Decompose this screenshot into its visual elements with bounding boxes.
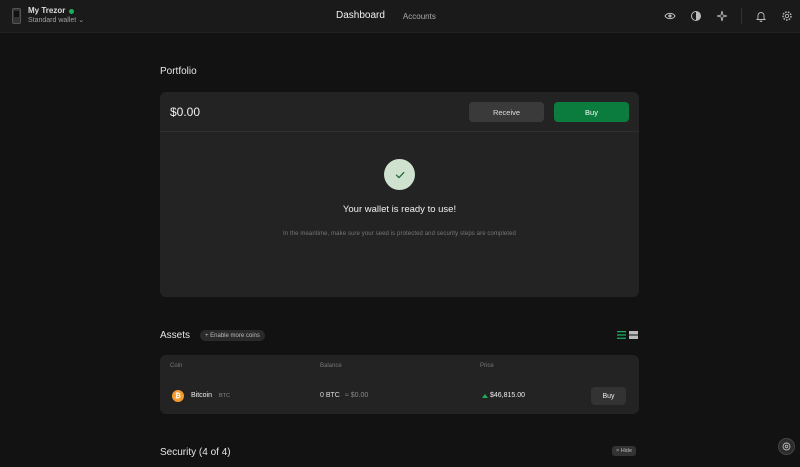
bitcoin-icon: ₿: [172, 390, 184, 402]
top-bar: My Trezor Standard wallet ⌄ Dashboard Ac…: [0, 0, 800, 33]
coin-price: $46,815.00: [490, 392, 526, 399]
view-toggle: [617, 331, 638, 339]
support-icon[interactable]: [778, 438, 795, 455]
row-buy-button[interactable]: Buy: [591, 387, 626, 405]
nav-accounts[interactable]: Accounts: [403, 12, 436, 21]
device-name: My Trezor: [28, 6, 84, 16]
coin-balance: 0 BTC: [320, 392, 340, 399]
receive-button[interactable]: Receive: [469, 102, 544, 122]
column-header-balance: Balance: [320, 363, 342, 369]
list-view-icon[interactable]: [617, 331, 626, 339]
card-divider: [160, 131, 639, 132]
column-header-coin: Coin: [170, 363, 183, 369]
check-icon: [384, 159, 415, 190]
table-row[interactable]: ₿ Bitcoin BTC 0 BTC ≈ $0.00 $46,815.00 B…: [160, 385, 639, 409]
coin-balance-fiat: ≈ $0.00: [345, 392, 369, 399]
sparkle-icon[interactable]: [715, 9, 729, 23]
price-up-icon: [482, 394, 488, 398]
hide-security-button[interactable]: × Hide: [612, 446, 637, 456]
coin-name: Bitcoin: [191, 392, 213, 399]
bell-icon[interactable]: [754, 9, 768, 23]
contrast-icon[interactable]: [689, 9, 703, 23]
assets-table: Coin Balance Price ₿ Bitcoin BTC 0 BTC ≈…: [160, 355, 639, 414]
grid-view-icon[interactable]: [629, 331, 638, 339]
enable-more-coins-button[interactable]: + Enable more coins: [200, 330, 265, 341]
wallet-ready-text: Your wallet is ready to use!: [342, 204, 457, 215]
nav-dashboard[interactable]: Dashboard: [336, 10, 385, 21]
connected-status-dot: [69, 8, 75, 14]
assets-title: Assets: [160, 330, 191, 341]
portfolio-card: $0.00 Receive Buy Your wallet is ready t…: [160, 92, 639, 297]
portfolio-balance: $0.00: [170, 105, 201, 119]
trezor-device-icon: [12, 8, 21, 24]
column-header-price: Price: [480, 363, 494, 369]
main-nav: Dashboard Accounts: [336, 10, 436, 21]
device-selector[interactable]: My Trezor Standard wallet ⌄: [12, 6, 84, 26]
buy-button[interactable]: Buy: [554, 102, 629, 122]
top-icons: [651, 8, 794, 24]
wallet-ready-subtext: In the meantime, make sure your seed is …: [283, 231, 516, 237]
chevron-down-icon: ⌄: [78, 17, 85, 24]
gear-icon[interactable]: [780, 9, 794, 23]
eye-icon[interactable]: [663, 9, 677, 23]
security-title: Security (4 of 4): [160, 447, 231, 458]
wallet-type: Standard wallet ⌄: [28, 17, 85, 24]
coin-symbol: BTC: [219, 393, 230, 399]
portfolio-title: Portfolio: [160, 66, 197, 77]
toolbar-divider: [741, 8, 742, 24]
